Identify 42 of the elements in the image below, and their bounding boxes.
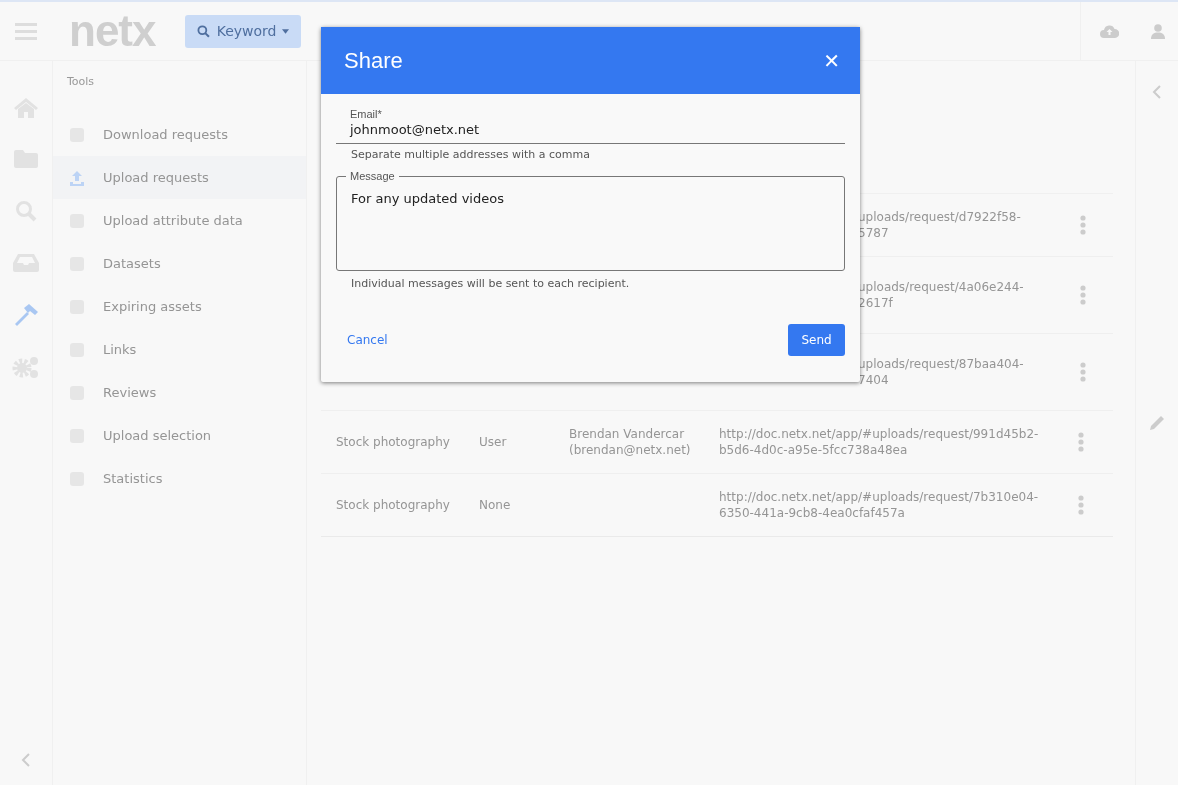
caret-icon: [282, 28, 290, 34]
dialog-title: Share: [344, 47, 403, 74]
table-cell-text: None: [479, 497, 512, 513]
more-options-icon[interactable]: [1078, 432, 1084, 452]
section-title: Tools: [66, 74, 96, 90]
tool-menu-item[interactable]: Upload selection: [53, 414, 306, 457]
more-options-icon[interactable]: [1080, 285, 1086, 305]
send-button[interactable]: Send: [788, 324, 845, 356]
tool-menu-item[interactable]: Download requests: [53, 113, 306, 156]
tool-menu-item[interactable]: Datasets: [53, 242, 306, 285]
tool-menu-item[interactable]: Upload attribute data: [53, 199, 306, 242]
cloud-upload-icon[interactable]: [1100, 24, 1119, 38]
link-text[interactable]: http://doc.netx.net/app/#uploads/request/7b310e04- 6350-441a-9cb8-4ea0cfaf457a: [719, 489, 1077, 521]
chevron-left-icon[interactable]: [1152, 85, 1162, 99]
table-cell-text: User: [479, 434, 508, 450]
pencil-icon[interactable]: [1149, 415, 1165, 431]
table-cell-text: Stock photography: [335, 434, 451, 450]
table-cell-text: Stock photography: [335, 497, 451, 513]
upload-icon: [69, 169, 85, 186]
link-text[interactable]: uploads/request/87baa404- 7404: [858, 356, 1079, 388]
table-cell-text: Brendan Vandercar (brendan@netx.net): [569, 426, 692, 458]
tool-menu-item[interactable]: Upload requests: [53, 156, 306, 199]
helper-text: Separate multiple addresses with a comma: [350, 148, 591, 161]
tool-menu-item[interactable]: Expiring assets: [53, 285, 306, 328]
more-options-icon[interactable]: [1080, 215, 1086, 235]
link-text[interactable]: uploads/request/4a06e244- 2617f: [858, 279, 1079, 311]
chevron-left-icon[interactable]: [21, 753, 31, 767]
menu-icon[interactable]: [15, 22, 37, 40]
more-options-icon[interactable]: [1080, 362, 1086, 382]
search-icon: [197, 23, 211, 39]
user-icon[interactable]: [1151, 23, 1165, 39]
email-field[interactable]: Email* johnmoot@netx.net: [336, 108, 845, 144]
helper-text: Individual messages will be sent to each recipient.: [350, 277, 631, 290]
tool-menu-item[interactable]: Reviews: [53, 371, 306, 414]
more-options-icon[interactable]: [1078, 495, 1084, 515]
tool-menu-item[interactable]: Links: [53, 328, 306, 371]
link-text[interactable]: http://doc.netx.net/app/#uploads/request/991d45b2- b5d6-4d0c-a95e-5fcc738a48ea: [719, 426, 1077, 458]
close-button[interactable]: ✕: [823, 48, 840, 73]
tool-menu-item[interactable]: Statistics: [53, 457, 306, 500]
hammer-icon: [13, 304, 39, 326]
cancel-button[interactable]: Cancel: [336, 329, 399, 351]
keyword-button[interactable]: Keyword: [185, 14, 302, 48]
